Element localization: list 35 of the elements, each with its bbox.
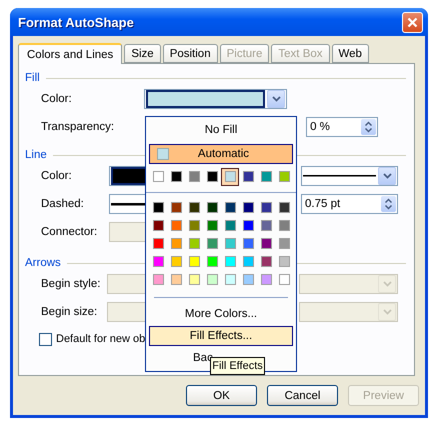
field-label: Begin size:	[41, 306, 98, 318]
close-button[interactable]	[402, 12, 423, 32]
tab[interactable]: Position	[162, 44, 218, 63]
transparency-spinbox[interactable]: 0 %	[306, 117, 378, 137]
section-heading: Fill	[25, 72, 40, 84]
field-label: Color:	[41, 170, 73, 182]
section-heading: Arrows	[25, 257, 61, 269]
dialog-button[interactable]: Cancel	[267, 385, 338, 406]
color-option[interactable]	[221, 168, 239, 186]
window-title: Format AutoShape	[18, 14, 134, 30]
field-label: Dashed:	[41, 198, 85, 210]
spin-arrows-icon	[385, 198, 392, 210]
color-swatch	[157, 148, 169, 160]
spin-arrows-icon	[365, 121, 372, 133]
line-style-icon	[303, 174, 376, 178]
tooltip: Fill Effects	[210, 357, 265, 375]
section-heading: Line	[25, 149, 47, 161]
field-label: Transparency:	[41, 121, 114, 133]
checkbox-label: Default for new ob	[56, 333, 146, 345]
tab[interactable]: Size	[124, 44, 161, 63]
line-style-dropdown[interactable]	[301, 166, 398, 186]
dialog-button[interactable]: OK	[186, 385, 257, 406]
line-weight-spinbox[interactable]: 0.75 pt	[301, 194, 398, 214]
checkbox[interactable]	[39, 332, 52, 346]
close-icon	[407, 16, 418, 28]
menu-item[interactable]: Automatic	[149, 144, 293, 164]
menu-item[interactable]: Fill Effects...	[149, 326, 293, 346]
menu-item[interactable]: No Fill	[149, 120, 293, 140]
tab[interactable]: Web	[332, 44, 369, 63]
field-label: Color:	[41, 93, 73, 105]
field-label: Begin style:	[41, 278, 102, 290]
tab[interactable]: Colors and Lines	[18, 43, 122, 64]
menu-item[interactable]: More Colors...	[149, 304, 293, 324]
fill-color-dropdown[interactable]	[144, 89, 287, 109]
field-label: Connector:	[41, 226, 98, 238]
